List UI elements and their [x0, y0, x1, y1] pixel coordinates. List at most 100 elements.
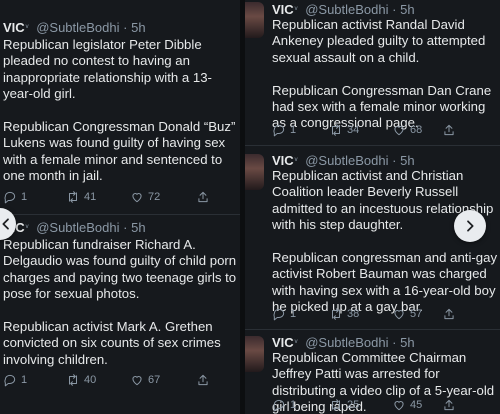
avatar[interactable]	[245, 336, 264, 372]
tweet-actions: 1 25 45	[272, 397, 494, 413]
retweet-button[interactable]: 40	[66, 372, 96, 388]
verified-badge: ᵛ	[294, 337, 298, 347]
share-icon	[444, 124, 454, 136]
share-button[interactable]	[196, 189, 210, 205]
tweet-age: 5h	[400, 2, 415, 17]
reply-button[interactable]: 1	[272, 397, 296, 413]
author-name[interactable]: VIC	[272, 2, 294, 17]
like-button[interactable]: 72	[130, 189, 160, 205]
author-handle[interactable]: @SubtleBodhi	[305, 153, 388, 168]
verified-badge: ᵛ	[25, 222, 29, 232]
avatar[interactable]	[245, 154, 264, 190]
reply-button[interactable]: 1	[272, 122, 296, 138]
tweet-text: Republican fundraiser Richard A. Delgaud…	[3, 237, 239, 368]
like-button[interactable]: 45	[392, 397, 422, 413]
reply-icon	[273, 124, 285, 137]
author-name[interactable]: VIC	[272, 153, 294, 168]
tweet-age: 5h	[400, 335, 415, 350]
author-handle[interactable]: @SubtleBodhi	[36, 220, 119, 235]
share-button[interactable]	[196, 372, 210, 388]
tweet-actions: 1 41 72	[3, 189, 233, 205]
reply-count: 1	[21, 374, 28, 386]
retweet-button[interactable]: 41	[66, 189, 96, 205]
reply-count: 1	[290, 308, 297, 320]
reply-icon	[273, 399, 285, 412]
author-handle[interactable]: @SubtleBodhi	[305, 2, 388, 17]
retweet-icon	[332, 124, 340, 136]
author-handle[interactable]: @SubtleBodhi	[36, 20, 119, 35]
left-screenshot: VICᵛ @SubtleBodhi · 5h Republican legisl…	[0, 0, 240, 414]
like-count: 57	[410, 308, 423, 320]
tweet[interactable]: VICᵛ @SubtleBodhi · 5h Republican Commit…	[245, 330, 500, 414]
retweet-count: 34	[347, 124, 360, 136]
tweet-actions: 1 38 57	[272, 306, 494, 322]
tweet-paragraph: Republican legislator Peter Dibble plead…	[3, 37, 212, 102]
share-button[interactable]	[442, 122, 456, 138]
tweet-age: 5h	[131, 220, 146, 235]
heart-icon	[394, 310, 404, 320]
reply-count: 1	[21, 191, 28, 203]
next-button[interactable]	[454, 210, 486, 242]
tweet-text: Republican activist Randal David Ankeney…	[272, 17, 498, 132]
share-icon	[198, 191, 208, 203]
heart-icon	[132, 193, 142, 203]
retweet-button[interactable]: 25	[329, 397, 359, 413]
retweet-count: 41	[84, 191, 97, 203]
verified-badge: ᵛ	[294, 4, 298, 14]
heart-icon	[394, 126, 404, 136]
heart-icon	[394, 401, 404, 411]
tweet-age: 5h	[400, 153, 415, 168]
retweet-icon	[332, 308, 340, 320]
tweet-age: 5h	[131, 20, 146, 35]
chevron-left-icon	[2, 218, 9, 230]
tweet-header: VICᵛ @SubtleBodhi · 5h	[272, 335, 415, 350]
tweet[interactable]: VICᵛ @SubtleBodhi · 5h Republican legisl…	[0, 0, 240, 218]
tweet-actions: 1 34 68	[272, 122, 494, 138]
retweet-count: 40	[84, 374, 97, 386]
reply-count: 1	[290, 124, 297, 136]
tweet-paragraph: Republican fundraiser Richard A. Delgaud…	[3, 237, 237, 302]
verified-badge: ᵛ	[25, 22, 29, 32]
reply-button[interactable]: 1	[3, 372, 27, 388]
like-button[interactable]: 67	[130, 372, 160, 388]
right-screenshot: VICᵛ @SubtleBodhi · 5h Republican activi…	[245, 0, 500, 414]
chevron-right-icon	[467, 220, 474, 232]
like-button[interactable]: 68	[392, 122, 422, 138]
share-button[interactable]	[442, 306, 456, 322]
tweet-actions: 1 40 67	[3, 372, 233, 388]
reply-count: 1	[290, 399, 297, 411]
retweet-count: 25	[347, 399, 360, 411]
retweet-button[interactable]: 34	[329, 122, 359, 138]
author-name[interactable]: VIC	[3, 20, 25, 35]
tweet-text: Republican legislator Peter Dibble plead…	[3, 37, 239, 185]
like-button[interactable]: 57	[392, 306, 422, 322]
reply-button[interactable]: 1	[3, 189, 27, 205]
tweet-text: Republican activist and Christian Coalit…	[272, 168, 498, 316]
author-name[interactable]: VIC	[272, 335, 294, 350]
like-count: 68	[410, 124, 423, 136]
reply-icon	[4, 374, 16, 387]
tweet-paragraph: Republican Congressman Donald “Buz” Luke…	[3, 119, 236, 184]
retweet-icon	[332, 399, 340, 411]
share-button[interactable]	[442, 397, 456, 413]
tweet[interactable]: VICᵛ @SubtleBodhi · 5h Republican activi…	[245, 0, 500, 143]
verified-badge: ᵛ	[294, 155, 298, 165]
tweet-paragraph: Republican activist Mark A. Grethen conv…	[3, 319, 221, 367]
reply-icon	[273, 308, 285, 321]
retweet-button[interactable]: 38	[329, 306, 359, 322]
share-icon	[444, 399, 454, 411]
tweet-paragraph: Republican activist Randal David Ankeney…	[272, 17, 486, 65]
tweet-header: VICᵛ @SubtleBodhi · 5h	[3, 20, 146, 35]
like-count: 72	[148, 191, 161, 203]
avatar[interactable]	[245, 2, 264, 38]
reply-button[interactable]: 1	[272, 306, 296, 322]
retweet-icon	[69, 374, 77, 386]
tweet[interactable]: VICᵛ @SubtleBodhi · 5h Republican fundra…	[0, 215, 240, 414]
author-handle[interactable]: @SubtleBodhi	[305, 335, 388, 350]
share-icon	[444, 308, 454, 320]
share-icon	[198, 374, 208, 386]
reply-icon	[4, 191, 16, 204]
tweet-header: VICᵛ @SubtleBodhi · 5h	[272, 153, 415, 168]
like-count: 45	[410, 399, 423, 411]
retweet-icon	[69, 191, 77, 203]
